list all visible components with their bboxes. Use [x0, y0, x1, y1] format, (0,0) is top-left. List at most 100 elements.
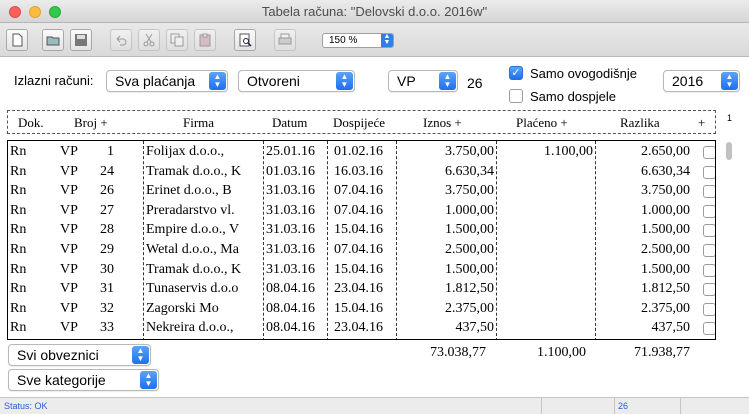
- invoice-table: Rn VP 1 Folijax d.o.o., 25.01.16 01.02.16 3.75…: [7, 140, 716, 340]
- col-header-iznos[interactable]: Iznos +: [423, 115, 462, 131]
- cell-dosp: 15.04.16: [334, 222, 383, 238]
- due-only-label: Samo dospjele: [530, 89, 616, 104]
- paste-icon: [199, 33, 211, 47]
- table-row[interactable]: Rn VP 30 Tramak d.o.o., K 31.03.16 15.04.16 1.…: [8, 261, 715, 281]
- col-header-dospijece[interactable]: Dospijeće: [333, 115, 385, 131]
- row-select-checkbox[interactable]: [703, 165, 715, 179]
- type-filter-select[interactable]: VP ▲ ▼: [388, 70, 458, 92]
- col-header-firma[interactable]: Firma: [183, 115, 214, 131]
- chevron-updown-icon: ▲ ▼: [381, 33, 393, 47]
- invoices-label: Izlazni računi:: [14, 73, 94, 88]
- year-select[interactable]: 2016 ▲ ▼: [663, 70, 740, 92]
- cell-tip: VP: [60, 144, 78, 159]
- status-divider: [614, 398, 615, 414]
- cell-razl: 437,50: [651, 320, 691, 336]
- cell-iznos: 437,50: [455, 320, 495, 336]
- print-preview-button[interactable]: [234, 29, 256, 51]
- cell-iznos: 2.375,00: [445, 300, 494, 316]
- cell-iznos: 1.500,00: [445, 261, 494, 277]
- partners-select[interactable]: Svi obveznici ▲ ▼: [8, 344, 151, 366]
- cell-broj: 29: [100, 242, 114, 257]
- cell-firma: Tramak d.o.o., K: [146, 261, 242, 277]
- table-scrollbar[interactable]: [724, 140, 734, 340]
- cell-dok: Rn: [10, 300, 27, 316]
- col-header-datum[interactable]: Datum: [272, 115, 307, 131]
- cell-datum: 31.03.16: [266, 183, 315, 199]
- this-year-checkbox[interactable]: ✓: [509, 66, 523, 80]
- save-button[interactable]: [70, 29, 92, 51]
- payment-filter-select[interactable]: Sva plaćanja ▲ ▼: [106, 70, 228, 92]
- categories-value: Sve kategorije: [17, 372, 106, 388]
- col-header-placeno[interactable]: Plaćeno +: [516, 115, 568, 131]
- chevron-updown-icon: ▲ ▼: [439, 72, 456, 90]
- table-row[interactable]: Rn VP 32 Zagorski Mo 08.04.16 15.04.16 2.375,0…: [8, 300, 715, 320]
- table-row[interactable]: Rn VP 1 Folijax d.o.o., 25.01.16 01.02.16 3.75…: [8, 143, 715, 163]
- table-row[interactable]: Rn VP 33 Nekreira d.o.o., 08.04.16 23.04.16 43…: [8, 319, 715, 339]
- row-select-checkbox[interactable]: [703, 283, 715, 297]
- total-razlika: 71.938,77: [634, 345, 690, 360]
- cell-dosp: 07.04.16: [334, 183, 383, 199]
- cell-dosp: 15.04.16: [334, 261, 383, 277]
- total-iznos: 73.038,77: [430, 345, 486, 360]
- side-marker: 1: [727, 113, 733, 123]
- cell-firma: Preradarstvo vl.: [146, 202, 235, 218]
- zoom-select[interactable]: 150 % ▲ ▼: [322, 33, 394, 48]
- cell-datum: 31.03.16: [266, 242, 315, 257]
- save-disk-icon: [75, 34, 87, 46]
- table-row[interactable]: Rn VP 29 Wetal d.o.o., Ma 31.03.16 07.04.16 2.…: [8, 241, 715, 261]
- row-select-checkbox[interactable]: [703, 244, 715, 257]
- table-row[interactable]: Rn VP 31 Tunaservis d.o.o 08.04.16 23.04.16 1.…: [8, 280, 715, 300]
- state-filter-select[interactable]: Otvoreni ▲ ▼: [238, 70, 355, 92]
- undo-button[interactable]: [110, 29, 132, 51]
- cell-firma: Zagorski Mo: [146, 300, 219, 316]
- row-select-checkbox[interactable]: [703, 263, 715, 277]
- paste-button[interactable]: [194, 29, 216, 51]
- table-row[interactable]: Rn VP 26 Erinet d.o.o., B 31.03.16 07.04.16 3.…: [8, 182, 715, 202]
- table-row[interactable]: Rn VP 27 Preradarstvo vl. 31.03.16 07.04.16 1.…: [8, 202, 715, 222]
- row-select-checkbox[interactable]: [703, 204, 715, 218]
- due-only-checkbox[interactable]: [509, 89, 523, 103]
- col-header-razlika[interactable]: Razlika: [620, 115, 660, 131]
- cell-broj: 31: [100, 281, 114, 297]
- new-document-icon: [12, 33, 23, 47]
- cell-tip: VP: [60, 300, 78, 316]
- cell-dok: Rn: [10, 242, 27, 257]
- cell-broj: 24: [100, 163, 114, 179]
- table-row[interactable]: Rn VP 24 Tramak d.o.o., K 01.03.16 16.03.16 6.…: [8, 163, 715, 183]
- cell-dosp: 07.04.16: [334, 202, 383, 218]
- row-select-checkbox[interactable]: [703, 302, 715, 316]
- toolbar: 150 % ▲ ▼: [0, 23, 749, 57]
- cell-iznos: 1.000,00: [445, 202, 494, 218]
- title-bar: Tabela računa: "Delovski d.o.o. 2016w": [0, 0, 749, 23]
- scroll-thumb[interactable]: [726, 142, 732, 160]
- cell-datum: 31.03.16: [266, 202, 315, 218]
- cell-firma: Tramak d.o.o., K: [146, 163, 242, 179]
- print-icon: [278, 33, 292, 45]
- partners-value: Svi obveznici: [17, 347, 99, 363]
- row-select-checkbox[interactable]: [703, 224, 715, 238]
- cell-firma: Folijax d.o.o.,: [146, 144, 225, 159]
- row-select-checkbox[interactable]: [703, 322, 715, 336]
- cell-dok: Rn: [10, 320, 27, 336]
- col-header-dok[interactable]: Dok.: [18, 115, 44, 131]
- cell-dosp: 01.02.16: [334, 144, 383, 159]
- new-document-button[interactable]: [6, 29, 28, 51]
- window-title: Tabela računa: "Delovski d.o.o. 2016w": [261, 4, 488, 19]
- cell-tip: VP: [60, 202, 78, 218]
- row-select-checkbox[interactable]: [703, 146, 715, 159]
- cell-plac: 1.100,00: [544, 144, 593, 159]
- categories-select[interactable]: Sve kategorije ▲ ▼: [8, 369, 159, 391]
- open-button[interactable]: [42, 29, 64, 51]
- row-select-checkbox[interactable]: [703, 185, 715, 199]
- cell-tip: VP: [60, 320, 78, 336]
- cell-broj: 32: [100, 300, 114, 316]
- status-text: Status: OK: [4, 401, 48, 411]
- copy-button[interactable]: [166, 29, 188, 51]
- year-value: 2016: [672, 73, 704, 89]
- cell-dosp: 15.04.16: [334, 300, 383, 316]
- col-header-broj[interactable]: Broj +: [74, 115, 108, 131]
- col-header-select[interactable]: +: [698, 115, 705, 131]
- print-button[interactable]: [274, 29, 296, 51]
- cut-button[interactable]: [138, 29, 160, 51]
- table-row[interactable]: Rn VP 28 Empire d.o.o., V 31.03.16 15.04.16 1.…: [8, 221, 715, 241]
